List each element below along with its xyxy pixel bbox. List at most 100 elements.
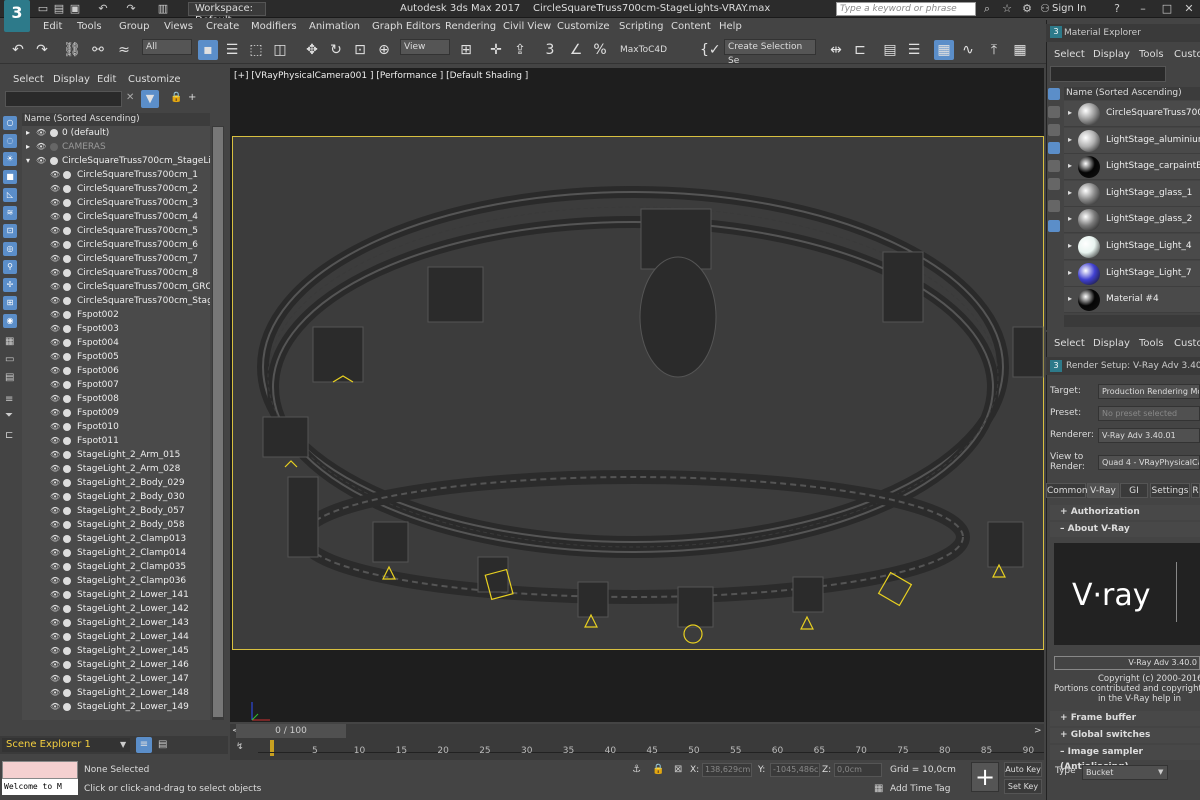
list-item[interactable]: 👁 CircleSquareTruss700cm_6 [22,238,210,252]
visibility-eye-icon[interactable]: 👁 [50,476,60,490]
display-bones-icon[interactable]: ⚲ [3,260,17,274]
new-layer-icon[interactable]: + [188,92,196,103]
menu-graph-editors[interactable]: Graph Editors [372,21,441,32]
sort-by-layer-icon[interactable]: ▤ [158,739,167,750]
display-helpers-icon[interactable]: ◺ [3,188,17,202]
visibility-eye-icon[interactable]: 👁 [50,406,60,420]
visibility-eye-icon[interactable]: 👁 [50,168,60,182]
list-item[interactable]: 👁 Fspot010 [22,420,210,434]
list-item[interactable]: 👁 StageLight_2_Lower_145 [22,644,210,658]
filter-funnel-icon[interactable]: ⏷ [5,410,13,421]
display-groups-icon[interactable]: ⊡ [3,224,17,238]
visibility-eye-icon[interactable]: 👁 [50,462,60,476]
visibility-eye-icon[interactable]: 👁 [50,518,60,532]
menu-scripting[interactable]: Scripting [619,21,663,32]
me-menu-tools[interactable]: Tools [1139,49,1164,60]
rollout-frame-buffer[interactable]: + Frame buffer [1050,711,1200,726]
scene-column-header[interactable]: Name (Sorted Ascending) [22,113,210,126]
set-key-button[interactable]: Set Key [1004,779,1042,794]
list-item[interactable]: 👁 Fspot007 [22,378,210,392]
visibility-eye-icon[interactable]: 👁 [50,308,60,322]
expand-arrow-icon[interactable]: ▾ [26,154,30,168]
show-maps-icon[interactable] [1048,178,1060,190]
layer-explorer-icon[interactable]: ▤ [880,40,900,60]
display-all-materials-icon[interactable] [1048,142,1060,154]
add-time-tag-button[interactable]: Add Time Tag [890,784,950,794]
place-icon[interactable]: ⊕ [374,40,394,60]
containers-icon[interactable]: ⊏ [5,430,13,441]
x-coordinate-input[interactable]: 138,629cm [702,763,752,777]
pivot-center-icon[interactable]: ⊞ [456,40,476,60]
view-to-render-dropdown[interactable]: Quad 4 - VRayPhysicalCam [1098,455,1200,470]
visibility-eye-icon[interactable]: 👁 [50,532,60,546]
list-item[interactable]: 👁 CircleSquareTruss700cm_1 [22,168,210,182]
list-item[interactable]: 👁 StageLight_2_Body_057 [22,504,210,518]
menu-customize[interactable]: Customize [557,21,610,32]
list-item[interactable]: 👁 StageLight_2_Lower_149 [22,700,210,714]
selection-lock-icon[interactable]: 🔒 [652,764,664,775]
material-editor-icon[interactable]: ▦ [1010,40,1030,60]
search-icon[interactable]: ⌕ [980,2,994,16]
tab-render-elements[interactable]: R [1191,483,1200,498]
selection-filter-dropdown[interactable]: All [142,39,192,55]
toggle-children-icon[interactable]: ▭ [5,354,14,365]
display-xrefs-icon[interactable]: ◎ [3,242,17,256]
list-item[interactable]: 👁 StageLight_2_Lower_146 [22,658,210,672]
list-item[interactable]: 👁 Fspot005 [22,350,210,364]
redo-icon[interactable]: ↷ [124,2,138,16]
visibility-eye-icon[interactable]: 👁 [50,350,60,364]
visibility-eye-icon[interactable]: 👁 [50,196,60,210]
visibility-eye-icon[interactable]: 👁 [50,434,60,448]
undo-icon[interactable]: ↶ [96,2,110,16]
list-item[interactable]: 👁 StageLight_2_Lower_142 [22,602,210,616]
list-item[interactable]: 👁 StageLight_2_Lower_147 [22,672,210,686]
visibility-eye-icon[interactable]: 👁 [50,504,60,518]
visibility-eye-icon[interactable]: 👁 [50,294,60,308]
save-file-icon[interactable]: ▣ [68,2,82,16]
sort-by-hierarchy-icon[interactable]: ≡ [136,737,152,753]
expand-arrow-icon[interactable]: ▸ [1068,241,1072,250]
menu-tools[interactable]: Tools [77,21,102,32]
display-objects-icon[interactable] [1048,124,1060,136]
new-file-icon[interactable]: ▭ [36,2,50,16]
display-particles-icon[interactable]: ✢ [3,278,17,292]
material-column-header[interactable]: Name (Sorted Ascending) [1064,87,1200,100]
me-menu-display[interactable]: Display [1093,49,1130,60]
visibility-eye-icon[interactable]: 👁 [50,588,60,602]
list-item[interactable]: 👁 StageLight_2_Lower_144 [22,630,210,644]
list-item[interactable]: 👁 CircleSquareTruss700cm_8 [22,266,210,280]
visibility-eye-icon[interactable]: 👁 [50,322,60,336]
me-menu-select[interactable]: Select [1054,49,1085,60]
list-item[interactable]: 👁 CircleSquareTruss700cm_7 [22,252,210,266]
rs-menu-display[interactable]: Display [1093,338,1130,349]
next-frame-icon[interactable]: > [1034,726,1042,736]
list-item[interactable]: 👁 Fspot004 [22,336,210,350]
material-hscrollbar[interactable] [1064,315,1200,327]
time-slider-thumb[interactable]: 0 / 100 [236,724,346,738]
maximize-icon[interactable]: □ [1160,2,1174,16]
invert-icon[interactable]: ▦ [5,336,14,347]
toggle-ribbon-icon[interactable]: ☰ [904,40,924,60]
list-item[interactable]: ▸ 👁 0 (default) [22,126,210,140]
menu-modifiers[interactable]: Modifiers [251,21,297,32]
tab-gi[interactable]: GI [1120,483,1148,498]
visibility-eye-icon[interactable]: 👁 [50,658,60,672]
percent-snap-icon[interactable]: % [590,40,610,60]
list-item[interactable]: 👁 StageLight_2_Lower_148 [22,686,210,700]
bind-spacewarp-icon[interactable]: ≈ [114,40,134,60]
visibility-eye-icon[interactable]: 👁 [50,616,60,630]
se-menu-customize[interactable]: Customize [128,74,181,85]
visibility-eye-icon[interactable]: 👁 [36,140,46,154]
set-key-plus-icon[interactable]: + [971,762,999,792]
edit-named-selection-icon[interactable]: {✓ [700,40,721,60]
material-row[interactable]: ▸ Material #4 [1064,287,1200,314]
search-input[interactable]: Type a keyword or phrase [836,2,976,16]
snaps-toggle-icon[interactable]: 3 [540,40,560,60]
angle-snap-icon[interactable]: ∠ [566,40,586,60]
app-logo-icon[interactable]: 3 [4,0,30,32]
visibility-eye-icon[interactable]: 👁 [50,266,60,280]
list-item[interactable]: 👁 StageLight_2_Arm_028 [22,462,210,476]
list-item[interactable]: 👁 StageLight_2_Lower_143 [22,616,210,630]
mirror-icon[interactable]: ⇹ [826,40,846,60]
se-menu-edit[interactable]: Edit [97,74,116,85]
